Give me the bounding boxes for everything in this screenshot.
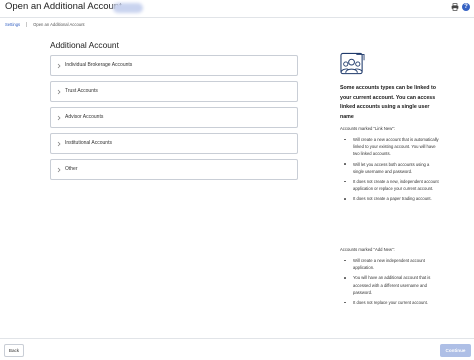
list-item: Will create a new account that is automa… [344,136,439,158]
chevron-right-icon [57,63,61,69]
accordion-label: Other [65,166,78,172]
accordion-item-other[interactable]: Other [50,159,298,180]
print-icon[interactable] [451,3,459,11]
link-new-title: Accounts marked "Link New": [340,126,395,131]
page: Open an Additional Account ? Settings Op… [0,0,474,360]
accordion-item-individual-brokerage[interactable]: Individual Brokerage Accounts [50,55,298,76]
breadcrumb: Settings Open an Additional Account [5,20,85,28]
accordion-label: Trust Accounts [65,88,98,94]
breadcrumb-separator [26,21,28,27]
list-item: It does not create a paper trading accou… [344,195,439,202]
account-number-masked [113,3,143,13]
section-title: Additional Account [50,40,119,50]
accordion-label: Institutional Accounts [65,140,112,146]
chevron-right-icon [57,89,61,95]
accordion-label: Advisor Accounts [65,114,104,120]
page-title: Open an Additional Account [5,1,122,12]
list-item: It does not replace your current account… [344,299,439,306]
chevron-right-icon [57,167,61,173]
list-item: You will have an additional account that… [344,274,439,296]
accordion-item-advisor[interactable]: Advisor Accounts [50,107,298,128]
accordion-item-trust[interactable]: Trust Accounts [50,81,298,102]
breadcrumb-settings[interactable]: Settings [5,22,20,27]
add-new-title: Accounts marked "Add New": [340,247,395,252]
people-group-icon [340,52,365,75]
page-header: Open an Additional Account ? [0,0,474,18]
list-item: Will let you access both accounts using … [344,161,439,175]
help-icon[interactable]: ? [462,3,470,11]
continue-button[interactable]: Continue [440,344,471,357]
list-item: Will create a new independent account ap… [344,257,439,271]
chevron-right-icon [57,141,61,147]
link-new-list: Will create a new account that is automa… [344,136,439,203]
breadcrumb-current: Open an Additional Account [33,21,85,27]
accordion-item-institutional[interactable]: Institutional Accounts [50,133,298,154]
accordion-label: Individual Brokerage Accounts [65,62,133,68]
back-button[interactable]: Back [4,344,24,357]
add-new-list: Will create a new independent account ap… [344,257,439,306]
list-item: It does not create a new, independent ac… [344,178,439,192]
sidebar-heading: Some accounts types can be linked to you… [340,85,436,120]
account-type-accordion: Individual Brokerage Accounts Trust Acco… [50,55,298,185]
footer-bar: Back Continue [0,338,474,360]
chevron-right-icon [57,115,61,121]
